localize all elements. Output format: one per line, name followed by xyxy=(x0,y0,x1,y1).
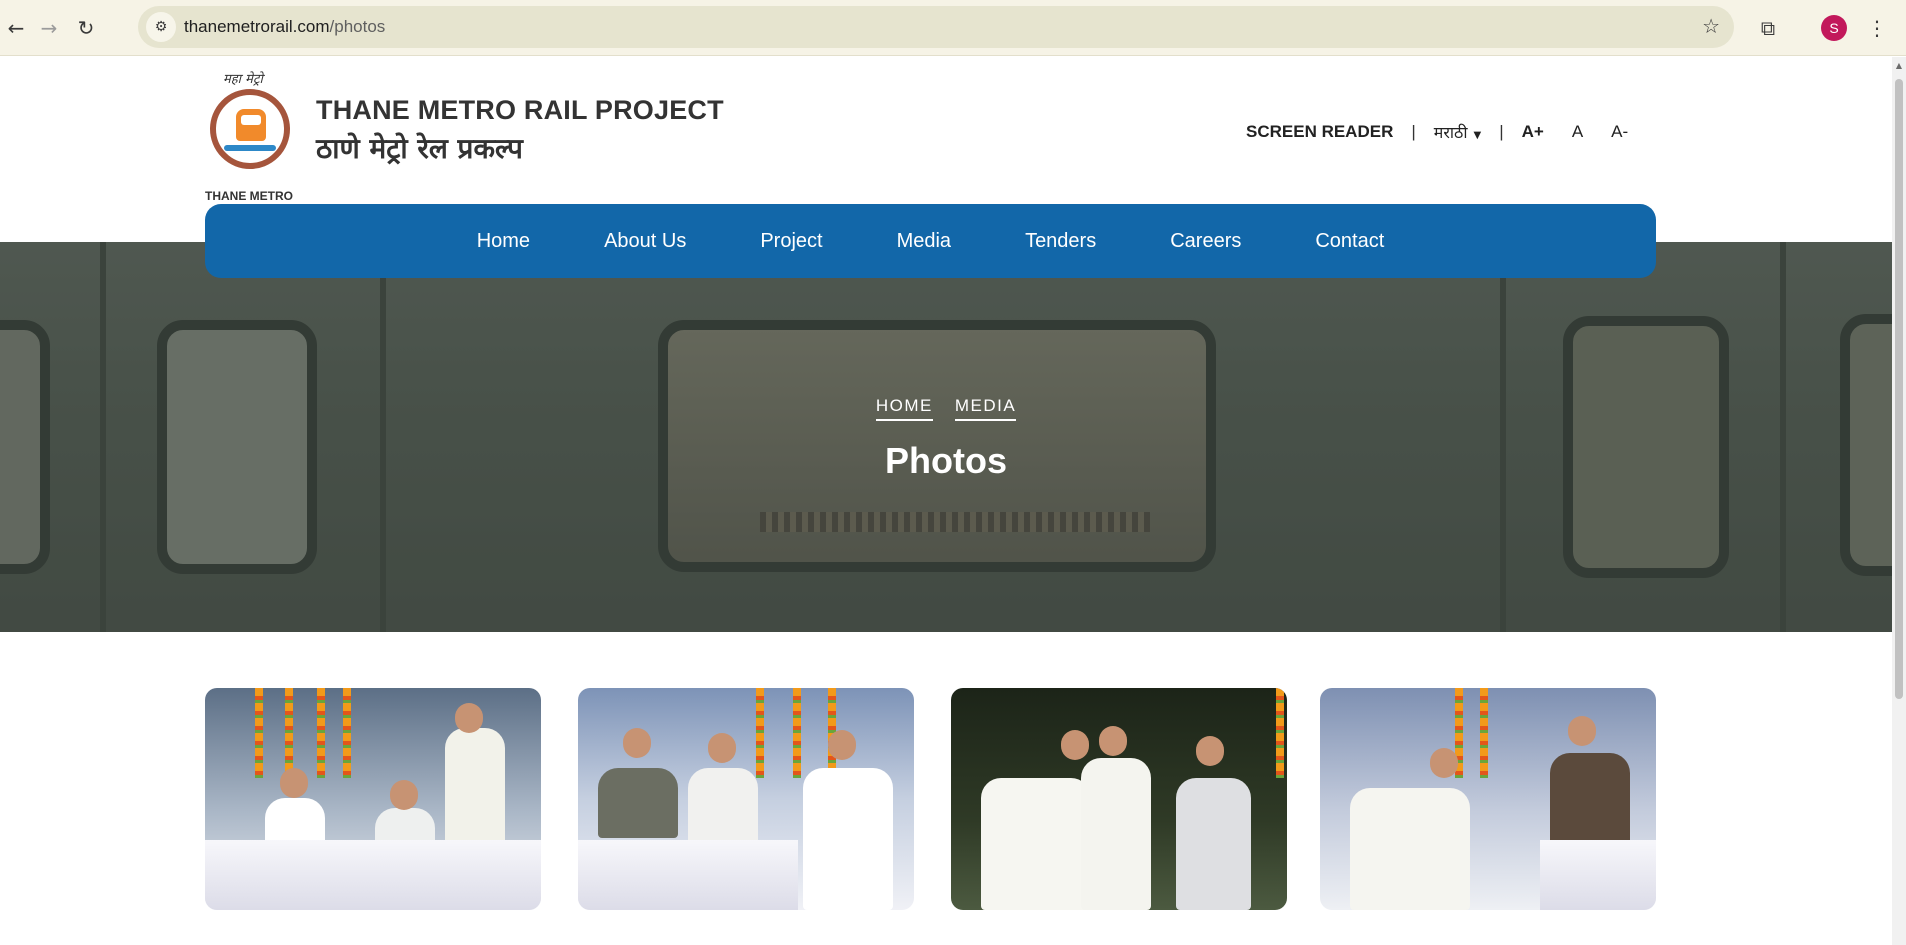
train-icon xyxy=(236,109,266,141)
site-title-marathi: ठाणे मेट्रो रेल प्रकल्प xyxy=(316,132,523,165)
url-path: /photos xyxy=(329,17,386,36)
separator: | xyxy=(1411,122,1416,141)
logo-top-text: महा मेट्रो xyxy=(223,72,263,87)
hero-banner: HOME MEDIA Photos xyxy=(0,242,1892,632)
scroll-up-icon[interactable]: ▲ xyxy=(1894,61,1904,71)
gallery-photo-1[interactable] xyxy=(205,688,541,910)
nav-item-home[interactable]: Home xyxy=(477,230,530,253)
nav-item-project[interactable]: Project xyxy=(760,230,822,253)
avatar: S xyxy=(1821,15,1847,41)
thane-metro-logo[interactable]: महा मेट्रो THANE METRO xyxy=(205,69,295,203)
nav-item-media[interactable]: Media xyxy=(897,230,951,253)
url-host: thanemetrorail.com xyxy=(184,17,330,36)
font-size-increase-button[interactable]: A+ xyxy=(1522,122,1544,142)
rail-icon xyxy=(224,145,276,151)
font-size-decrease-button[interactable]: A- xyxy=(1611,122,1628,142)
reload-icon[interactable]: ↻ xyxy=(70,12,102,44)
font-size-reset-button[interactable]: A xyxy=(1572,122,1583,142)
address-bar[interactable]: ⚙ thanemetrorail.com/photos ☆ xyxy=(138,6,1734,48)
breadcrumb-home[interactable]: HOME xyxy=(875,396,933,421)
forward-icon[interactable]: → xyxy=(33,12,65,44)
logo-bottom-text: THANE METRO xyxy=(205,189,293,203)
gallery-photo-3[interactable] xyxy=(951,688,1287,910)
main-navigation: Home About Us Project Media Tenders Care… xyxy=(205,204,1656,278)
site-info-icon[interactable]: ⚙ xyxy=(146,12,176,42)
separator: | xyxy=(1499,122,1504,141)
photo-gallery xyxy=(205,688,1656,910)
nav-item-about-us[interactable]: About Us xyxy=(604,230,686,253)
url-text[interactable]: thanemetrorail.com/photos xyxy=(184,17,385,37)
bookmark-star-icon[interactable]: ☆ xyxy=(1702,14,1720,38)
page-scrollbar[interactable]: ▲ xyxy=(1892,57,1906,945)
back-icon[interactable]: ← xyxy=(0,12,32,44)
caret-down-icon: ▼ xyxy=(1473,130,1482,141)
logo-ring-icon xyxy=(210,89,290,169)
nav-item-careers[interactable]: Careers xyxy=(1170,230,1241,253)
gallery-photo-2[interactable] xyxy=(578,688,914,910)
kebab-menu-icon[interactable]: ⋮ xyxy=(1864,12,1890,44)
site-title-english: THANE METRO RAIL PROJECT xyxy=(316,95,724,125)
breadcrumb: HOME MEDIA xyxy=(0,396,1892,421)
browser-toolbar: ← → ↻ ⚙ thanemetrorail.com/photos ☆ ⧉ S … xyxy=(0,0,1906,56)
profile-avatar[interactable]: S xyxy=(1818,12,1850,44)
page-title: Photos xyxy=(885,440,1007,481)
language-dropdown[interactable]: मराठी ▼ xyxy=(1434,121,1481,143)
accessibility-toolbar: SCREEN READER | मराठी ▼ | A+ A A- xyxy=(1246,119,1628,145)
scroll-thumb[interactable] xyxy=(1895,79,1903,699)
breadcrumb-media[interactable]: MEDIA xyxy=(954,396,1017,421)
screen-reader-link[interactable]: SCREEN READER xyxy=(1246,122,1393,142)
nav-item-tenders[interactable]: Tenders xyxy=(1025,230,1096,253)
language-label: मराठी xyxy=(1433,123,1468,142)
hero-overlay xyxy=(0,242,1892,632)
nav-item-contact[interactable]: Contact xyxy=(1315,230,1384,253)
gallery-photo-4[interactable] xyxy=(1320,688,1656,910)
extensions-icon[interactable]: ⧉ xyxy=(1752,12,1784,44)
